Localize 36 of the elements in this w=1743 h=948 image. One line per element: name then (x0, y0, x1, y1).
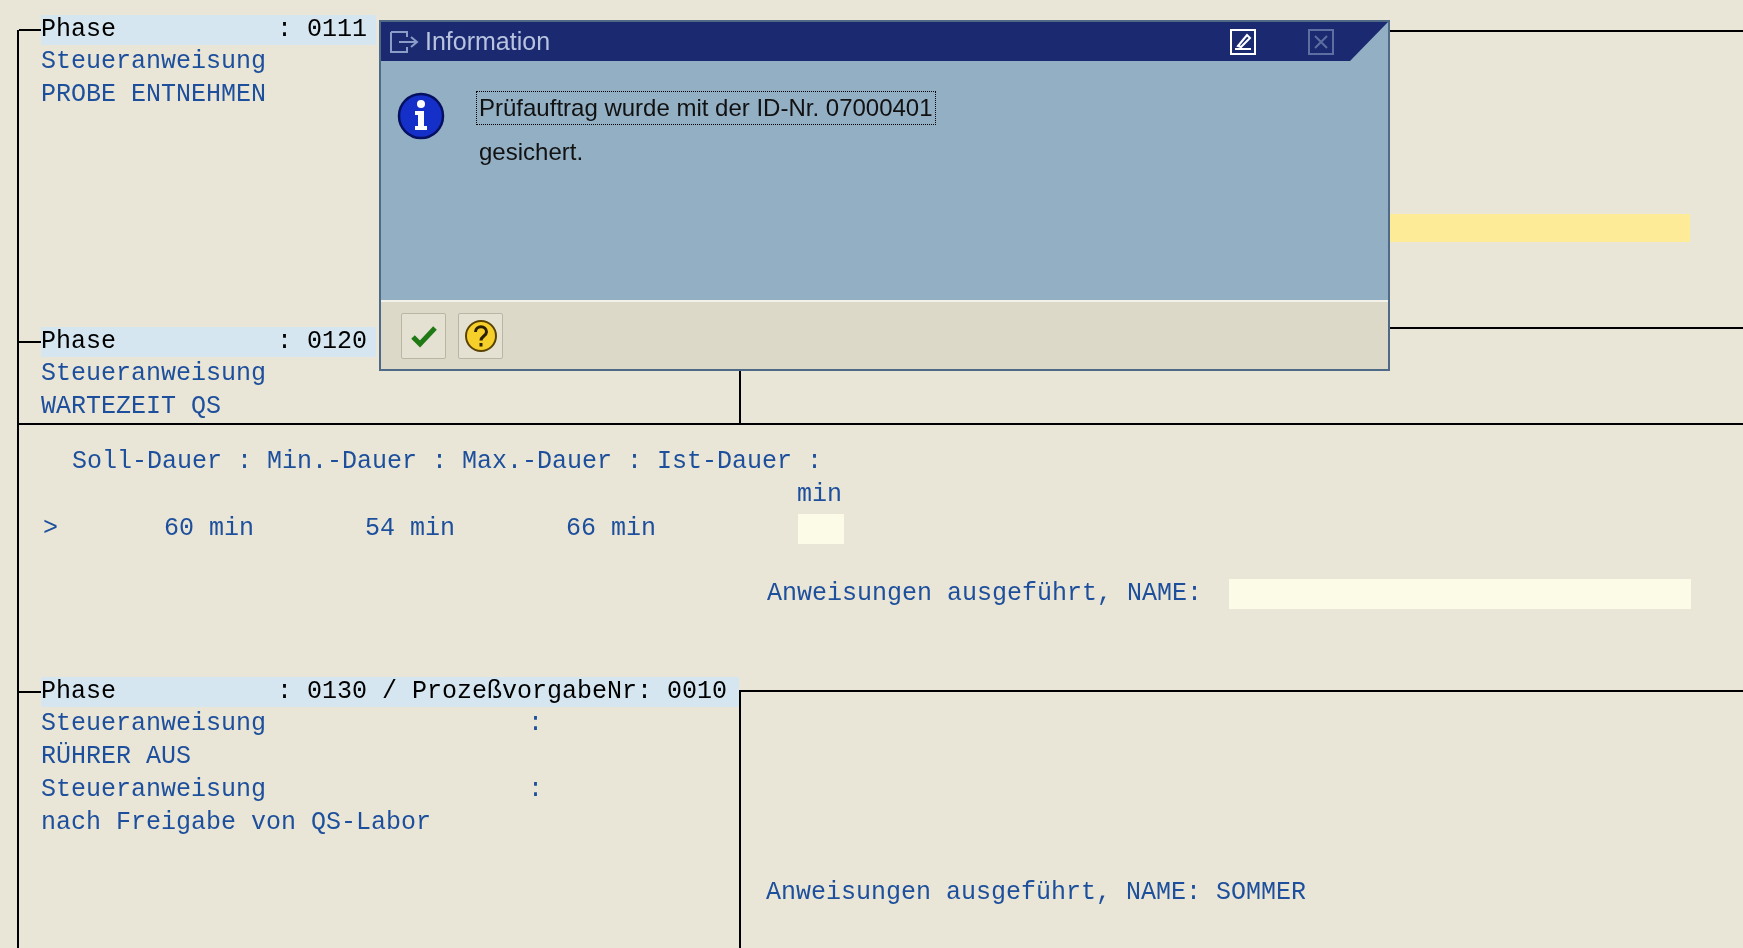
instruction-text: Steueranweisung (41, 45, 267, 78)
phase-number: : 0120 (277, 326, 367, 359)
completion-label: Anweisungen ausgeführt, NAME: (767, 578, 1204, 611)
instruction-text: RÜHRER AUS (41, 740, 192, 773)
duration-header: Soll-Dauer : Min.-Dauer : Max.-Dauer : Ist-Dauer : (72, 445, 823, 478)
confirm-button[interactable] (401, 312, 446, 359)
input-field[interactable] (1390, 214, 1690, 242)
phase-label: Phase (41, 326, 117, 359)
colon-text: : (528, 773, 543, 806)
phase-number: : 0111 (277, 14, 367, 47)
edit-icon[interactable] (1230, 28, 1256, 55)
phase-label: Phase (40, 676, 117, 709)
dialog-title: Information (425, 25, 551, 57)
close-icon[interactable] (1308, 28, 1334, 55)
instruction-text: nach Freigabe von QS-Labor (41, 806, 432, 839)
completion-name: SOMMER (1216, 878, 1307, 907)
help-button[interactable] (458, 312, 503, 359)
help-icon (463, 318, 498, 353)
instruction-text: WARTEZEIT QS (41, 390, 222, 423)
instruction-text: Steueranweisung (41, 357, 267, 390)
unit-label: min (797, 478, 842, 511)
duration-value: 54 min (365, 512, 456, 545)
duration-value: 66 min (566, 512, 657, 545)
phase-number: : 0130 / ProzeßvorgabeNr: 0010 (276, 676, 728, 709)
completion-label: Anweisungen ausgeführt, NAME: (766, 878, 1203, 907)
duration-value: 60 min (164, 512, 255, 545)
phase-label: Phase (41, 14, 117, 47)
dialog-message: gesichert. (478, 137, 585, 167)
window-icon (389, 29, 419, 54)
instruction-text: Steueranweisung (41, 707, 268, 740)
dialog-message: Prüfauftrag wurde mit der ID-Nr. 07000401 (476, 91, 936, 125)
instruction-text: PROBE ENTNEHMEN (41, 78, 267, 111)
row-marker: > (43, 512, 59, 545)
instruction-text: Steueranweisung (41, 773, 268, 806)
colon-text: : (528, 707, 543, 740)
info-icon (397, 91, 445, 141)
